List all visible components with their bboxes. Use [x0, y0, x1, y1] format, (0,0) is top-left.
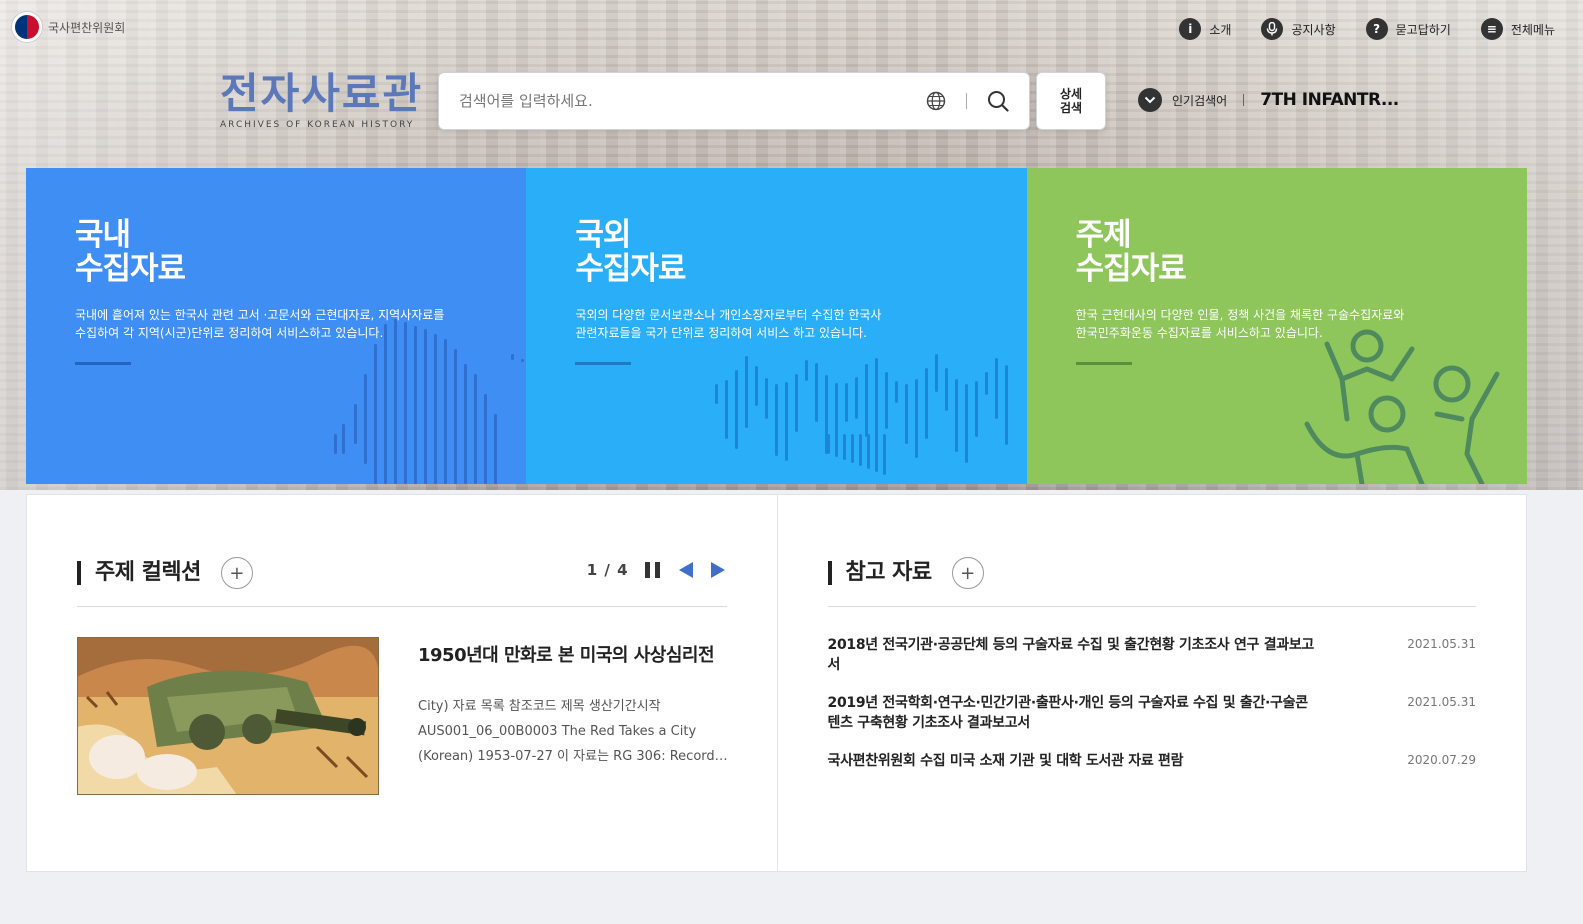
nav-label: 소개 [1209, 22, 1232, 37]
nav-notice[interactable]: 공지사항 [1261, 18, 1336, 40]
taegeuk-emblem-icon [12, 12, 42, 42]
nav-label: 공지사항 [1291, 22, 1336, 37]
search-icon[interactable] [987, 90, 1009, 112]
gov-name: 국사편찬위원회 [48, 20, 126, 35]
reference-title[interactable]: 2019년 전국학회·연구소·민간기관·출판사·개인 등의 구술자료 수집 및 … [828, 693, 1318, 733]
nav-label: 전체메뉴 [1510, 22, 1555, 37]
tile-theme-collection[interactable]: 주제 수집자료 한국 근현대사의 다양한 인물, 정책 사건을 채록한 구술수집… [1026, 168, 1527, 484]
popular-label: 인기검색어 [1172, 93, 1228, 108]
tile-description: 한국 근현대사의 다양한 인물, 정책 사건을 채록한 구술수집자료와 한국민주… [1075, 308, 1405, 340]
tile-title: 주제 수집자료 [1075, 217, 1187, 287]
feature-title-link[interactable]: 1950년대 만화로 본 미국의 사상심리전 [418, 641, 715, 667]
section-title: 참고 자료 [845, 560, 933, 585]
gov-logo[interactable]: 국사편찬위원회 [12, 12, 125, 42]
reference-date: 2020.07.29 [1407, 753, 1476, 767]
nav-all-menu[interactable]: ≡ 전체메뉴 [1480, 18, 1555, 40]
nav-about[interactable]: i 소개 [1179, 18, 1231, 40]
nav-qna[interactable]: ? 묻고답하기 [1365, 18, 1451, 40]
reference-date: 2021.05.31 [1407, 695, 1476, 709]
references-section: 참고 자료 + 2018년 전국기관·공공단체 등의 구술자료 수집 및 출간현… [776, 495, 1527, 871]
section-marker [77, 561, 81, 585]
feature-thumbnail[interactable] [77, 637, 379, 795]
divider [966, 93, 967, 109]
tile-description: 국내에 흩어져 있는 한국사 관련 고서 ·고문서와 근현대자료, 지역사자료를… [75, 308, 445, 340]
advanced-search-label: 상세 [1059, 87, 1083, 101]
next-arrow-icon[interactable] [709, 561, 727, 579]
tile-foreign-collection[interactable]: 국외 수집자료 국외의 다양한 문서보관소나 개인소장자로부터 수집한 한국사 … [526, 168, 1027, 484]
people-icon [1304, 329, 1500, 484]
tile-title: 국내 수집자료 [75, 217, 186, 287]
tile-domestic-collection[interactable]: 국내 수집자료 국내에 흩어져 있는 한국사 관련 고서 ·고문서와 근현대자료… [26, 168, 527, 484]
chevron-down-icon[interactable] [1138, 88, 1162, 112]
reference-title[interactable]: 2018년 전국기관·공공단체 등의 구술자료 수집 및 출간현황 기초조사 연… [828, 635, 1318, 675]
logo-title: 전자사료관 [220, 69, 424, 118]
world-map-icon [714, 354, 1008, 475]
advanced-search-label: 검색 [1059, 101, 1083, 115]
menu-icon: ≡ [1480, 18, 1503, 40]
tile-description: 국외의 다양한 문서보관소나 개인소장자로부터 수집한 한국사 관련자료들을 국… [575, 308, 882, 340]
popular-keywords: 인기검색어 7TH INFANTR... [1138, 88, 1399, 112]
page-indicator: 1 / 4 [586, 561, 629, 579]
search-box [438, 72, 1030, 130]
theme-collection-section: 주제 컬렉션 + 1 / 4 1950년대 만화로 본 미국의 사상심리전 Ci… [27, 495, 777, 871]
feature-description: City) 자료 목록 참조코드 제목 생산기간시작 AUS001_06_00B… [418, 699, 728, 764]
list-item[interactable]: 2018년 전국기관·공공단체 등의 구술자료 수집 및 출간현황 기초조사 연… [828, 635, 1477, 675]
globe-icon[interactable] [926, 91, 946, 111]
site-logo[interactable]: 전자사료관 ARCHIVES OF KOREAN HISTORY [220, 69, 424, 131]
tile-accent-bar [575, 362, 632, 365]
advanced-search-button[interactable]: 상세 검색 [1036, 72, 1106, 130]
more-button[interactable]: + [951, 557, 984, 589]
popular-term-link[interactable]: 7TH INFANTR... [1260, 90, 1399, 110]
nav-label: 묻고답하기 [1395, 22, 1451, 37]
carousel-pager: 1 / 4 [587, 561, 727, 579]
reference-list: 2018년 전국기관·공공단체 등의 구술자료 수집 및 출간현황 기초조사 연… [828, 635, 1477, 789]
microphone-icon [1261, 18, 1284, 40]
question-icon: ? [1365, 18, 1388, 40]
content-panel: 주제 컬렉션 + 1 / 4 1950년대 만화로 본 미국의 사상심리전 Ci… [26, 494, 1527, 872]
top-nav: i 소개 공지사항 ? 묻고답하기 ≡ 전체메뉴 [1179, 18, 1555, 40]
more-button[interactable]: + [220, 557, 253, 589]
search-input[interactable] [459, 92, 926, 110]
list-item[interactable]: 2019년 전국학회·연구소·민간기관·출판사·개인 등의 구술자료 수집 및 … [828, 693, 1477, 733]
reference-title[interactable]: 국사편찬위원회 수집 미국 소재 기관 및 대학 도서관 자료 편람 [828, 751, 1318, 771]
tile-title: 국외 수집자료 [575, 217, 686, 287]
section-header: 참고 자료 + [827, 557, 1476, 607]
reference-date: 2021.05.31 [1407, 637, 1476, 651]
section-marker [827, 561, 832, 585]
pause-icon[interactable] [643, 561, 663, 579]
list-item[interactable]: 국사편찬위원회 수집 미국 소재 기관 및 대학 도서관 자료 편람 2020.… [828, 751, 1477, 771]
prev-arrow-icon[interactable] [677, 561, 695, 579]
logo-subtitle: ARCHIVES OF KOREAN HISTORY [220, 120, 415, 130]
info-icon: i [1179, 18, 1202, 40]
divider [1243, 94, 1245, 106]
category-tiles: 국내 수집자료 국내에 흩어져 있는 한국사 관련 고서 ·고문서와 근현대자료… [26, 168, 1527, 484]
section-title: 주제 컬렉션 [95, 560, 201, 585]
tile-accent-bar [75, 362, 131, 365]
section-header: 주제 컬렉션 + 1 / 4 [77, 557, 727, 607]
tile-accent-bar [1075, 362, 1132, 365]
